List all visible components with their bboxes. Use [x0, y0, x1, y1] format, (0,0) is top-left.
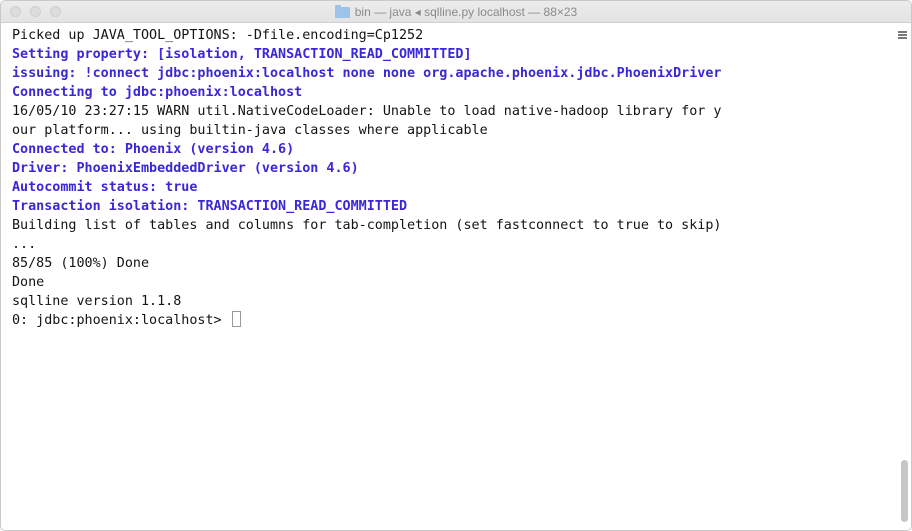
scrollback-marker-icon	[898, 31, 907, 40]
terminal-line: Done	[12, 275, 45, 290]
terminal-line: Transaction isolation: TRANSACTION_READ_…	[12, 199, 408, 214]
terminal-line: Connecting to jdbc:phoenix:localhost	[12, 85, 303, 100]
window-title: bin — java ◂ sqlline.py localhost — 88×2…	[354, 4, 578, 19]
terminal-line: Picked up JAVA_TOOL_OPTIONS: -Dfile.enco…	[12, 28, 424, 43]
terminal-line: our platform... using builtin-java class…	[12, 123, 488, 138]
terminal-line: Building list of tables and columns for …	[12, 218, 722, 233]
terminal-line: Autocommit status: true	[12, 180, 198, 195]
terminal-line: Driver: PhoenixEmbeddedDriver (version 4…	[12, 161, 359, 176]
terminal-line: ...	[12, 237, 37, 252]
terminal-line: issuing: !connect jdbc:phoenix:localhost…	[12, 66, 722, 81]
prompt-line[interactable]: 0: jdbc:phoenix:localhost>	[12, 311, 895, 330]
terminal-line: 16/05/10 23:27:15 WARN util.NativeCodeLo…	[12, 104, 722, 119]
shell-prompt: 0: jdbc:phoenix:localhost>	[12, 313, 222, 328]
window-title-area: bin — java ◂ sqlline.py localhost — 88×2…	[1, 1, 911, 22]
terminal-line: Connected to: Phoenix (version 4.6)	[12, 142, 295, 157]
folder-icon	[334, 4, 350, 18]
terminal-window: bin — java ◂ sqlline.py localhost — 88×2…	[0, 0, 912, 531]
terminal-line: 85/85 (100%) Done	[12, 256, 150, 271]
terminal-line: sqlline version 1.1.8	[12, 294, 182, 309]
terminal-line: Setting property: [isolation, TRANSACTIO…	[12, 47, 472, 62]
title-bar[interactable]: bin — java ◂ sqlline.py localhost — 88×2…	[1, 1, 911, 23]
text-cursor	[231, 311, 241, 327]
terminal-output[interactable]: Picked up JAVA_TOOL_OPTIONS: -Dfile.enco…	[1, 23, 895, 530]
vertical-scrollbar[interactable]	[901, 460, 908, 522]
